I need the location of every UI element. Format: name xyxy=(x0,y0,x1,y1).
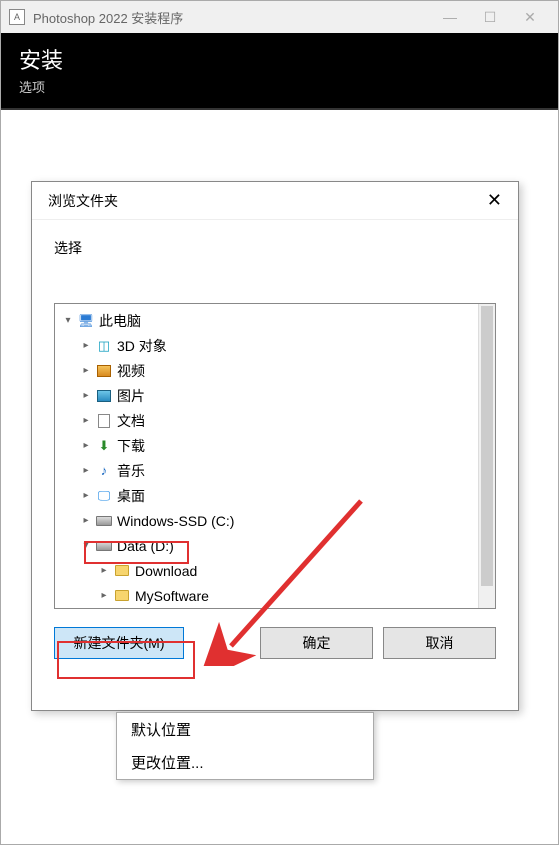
tree-label: 图片 xyxy=(117,384,145,408)
tree-label: 文档 xyxy=(117,409,145,433)
collapse-icon[interactable]: ▾ xyxy=(61,309,75,333)
menu-item-default-location[interactable]: 默认位置 xyxy=(117,713,373,746)
window-titlebar: A Photoshop 2022 安装程序 — ☐ ✕ xyxy=(1,1,558,33)
video-icon xyxy=(95,363,113,379)
tree-node-music[interactable]: ▸ ♪ 音乐 xyxy=(61,458,495,483)
expand-icon[interactable]: ▸ xyxy=(79,359,93,383)
tree-node-desktop[interactable]: ▸ 🖵 桌面 xyxy=(61,483,495,508)
downloads-icon: ⬇ xyxy=(95,438,113,454)
location-popup-menu: 默认位置 更改位置... xyxy=(116,712,374,780)
tree-scrollbar[interactable] xyxy=(478,304,495,608)
install-subtitle: 选项 xyxy=(19,77,540,96)
expand-icon[interactable]: ▸ xyxy=(79,484,93,508)
tree-label: 桌面 xyxy=(117,484,145,508)
tree-node-video[interactable]: ▸ 视频 xyxy=(61,358,495,383)
tree-label: 下载 xyxy=(117,434,145,458)
tree-label: 音乐 xyxy=(117,459,145,483)
annotation-highlight-new-folder xyxy=(57,641,195,679)
dialog-title: 浏览文件夹 xyxy=(48,191,118,211)
tree-node-documents[interactable]: ▸ 文档 xyxy=(61,408,495,433)
tree-node-pictures[interactable]: ▸ 图片 xyxy=(61,383,495,408)
install-header: 安装 选项 xyxy=(1,33,558,108)
browse-folder-dialog: 浏览文件夹 ✕ 选择 ▾ 🖥 此电脑 ▸ ◫ 3D 对象 xyxy=(31,181,519,711)
app-icon: A xyxy=(9,9,25,25)
folder-icon xyxy=(113,563,131,579)
music-icon: ♪ xyxy=(95,463,113,479)
tree-label: Windows-SSD (C:) xyxy=(117,509,234,533)
tree-node-downloads[interactable]: ▸ ⬇ 下载 xyxy=(61,433,495,458)
this-pc-icon: 🖥 xyxy=(77,313,95,329)
threed-icon: ◫ xyxy=(95,338,113,354)
ok-button[interactable]: 确定 xyxy=(260,627,373,659)
installer-window: A Photoshop 2022 安装程序 — ☐ ✕ 安装 选项 浏览文件夹 … xyxy=(0,0,559,845)
minimize-button[interactable]: — xyxy=(430,2,470,32)
drive-icon xyxy=(95,513,113,529)
cancel-button[interactable]: 取消 xyxy=(383,627,496,659)
annotation-highlight-d-drive xyxy=(84,541,189,564)
menu-item-change-location[interactable]: 更改位置... xyxy=(117,746,373,779)
desktop-icon: 🖵 xyxy=(95,488,113,504)
dialog-close-button[interactable]: ✕ xyxy=(481,190,508,211)
pictures-icon xyxy=(95,388,113,404)
documents-icon xyxy=(95,413,113,429)
maximize-button[interactable]: ☐ xyxy=(470,2,510,32)
expand-icon[interactable]: ▸ xyxy=(79,509,93,533)
expand-icon[interactable]: ▸ xyxy=(79,434,93,458)
expand-icon[interactable]: ▸ xyxy=(79,459,93,483)
expand-icon[interactable]: ▸ xyxy=(79,384,93,408)
tree-node-this-pc[interactable]: ▾ 🖥 此电脑 xyxy=(61,308,495,333)
close-button[interactable]: ✕ xyxy=(510,2,550,32)
window-title: Photoshop 2022 安装程序 xyxy=(33,8,183,27)
expand-icon[interactable]: ▸ xyxy=(79,334,93,358)
install-title: 安装 xyxy=(19,43,540,75)
expand-icon[interactable]: ▸ xyxy=(97,584,111,608)
tree-label: MySoftware xyxy=(135,584,209,608)
expand-icon[interactable]: ▸ xyxy=(79,409,93,433)
select-label: 选择 xyxy=(54,238,496,258)
tree-label: 视频 xyxy=(117,359,145,383)
tree-label: 3D 对象 xyxy=(117,334,167,358)
dialog-titlebar: 浏览文件夹 ✕ xyxy=(32,182,518,220)
tree-node-mysoftware-folder[interactable]: ▸ MySoftware xyxy=(61,583,495,608)
tree-node-3d[interactable]: ▸ ◫ 3D 对象 xyxy=(61,333,495,358)
tree-label: 此电脑 xyxy=(99,309,141,333)
folder-icon xyxy=(113,588,131,604)
tree-node-c-drive[interactable]: ▸ Windows-SSD (C:) xyxy=(61,508,495,533)
